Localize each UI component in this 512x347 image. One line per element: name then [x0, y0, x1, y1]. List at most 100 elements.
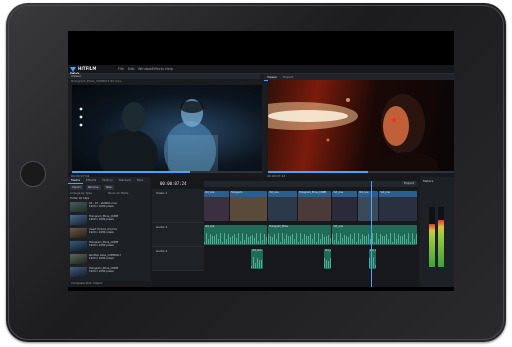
new-button[interactable]: New [104, 185, 114, 190]
waveform-bar [382, 236, 384, 244]
app-logo: HITFILM PRO [70, 66, 104, 77]
menu-file[interactable]: File [118, 66, 124, 72]
waveform-bar [292, 234, 294, 244]
waveform-bar [352, 239, 354, 244]
video-track-lane: Vid_one Hologram Vid_one Hologram_Elina_COM… [204, 191, 418, 221]
audio-track-2-lane: Vid_one Vid_one Vid_one [204, 249, 418, 269]
track-header-video[interactable]: Video 1 [152, 189, 204, 223]
waveform-bar [230, 236, 231, 244]
waveform-bar [312, 238, 314, 244]
waveform-bar [286, 234, 288, 244]
waveform-bar [348, 236, 350, 244]
waveform-bar [288, 236, 290, 244]
menu-edit[interactable]: Edit [128, 66, 135, 72]
home-button[interactable] [20, 161, 46, 187]
waveform-bar [208, 239, 209, 244]
waveform-bar [244, 239, 245, 244]
waveform-bar [384, 236, 386, 244]
menu-help[interactable]: Help [165, 66, 173, 72]
media-thumbnail [70, 215, 87, 225]
waveform-bar [284, 238, 286, 244]
waveform-bar [238, 233, 239, 244]
video-clip[interactable]: Vid_one [358, 191, 379, 221]
screen: HITFILM PRO File Edit Window Effects Hel… [68, 31, 454, 291]
meter-left [429, 223, 435, 267]
timeline-ruler[interactable] [204, 181, 418, 187]
waveform-bar [255, 263, 257, 268]
media-item-name: Insert Picture (2).mov 1920 x 1080 pixels [89, 228, 117, 234]
waveform-bar [300, 233, 302, 244]
media-panel: Media Effects History Markers Text Import Re… [68, 177, 150, 287]
media-item-name: Rooftop Glow_COMP09-7 1920 x 1080 pixels [89, 254, 121, 260]
audio-clip[interactable]: Vid_one [332, 225, 417, 245]
waveform-bar [323, 258, 325, 268]
video-clip[interactable]: Hologram [229, 191, 268, 221]
arrange-by-label[interactable]: Arrange by: Type [70, 192, 92, 195]
track-header-audio-1[interactable]: Audio 1 [152, 223, 204, 247]
media-tabs: Media Effects History Markers Text [68, 177, 150, 184]
tab-markers[interactable]: Markers [116, 177, 134, 183]
waveform-bar [392, 241, 394, 244]
media-item[interactable]: 01 - 07 - ab0001.mov 1920 x 1080 pixels [70, 202, 148, 213]
video-clip[interactable]: Hologram_Elina_COMP [298, 191, 332, 221]
waveform-bar [296, 233, 298, 244]
tab-media[interactable]: Media [68, 177, 84, 184]
menu-window[interactable]: Window [138, 66, 152, 72]
waveform-bar [314, 233, 316, 244]
waveform-bar [408, 233, 410, 244]
video-clip[interactable]: Vid_one [204, 191, 229, 221]
audio-clip[interactable]: Vid_one [323, 249, 332, 269]
waveform-bar [374, 265, 376, 268]
media-item[interactable]: Insert Picture (2).mov 1920 x 1080 pixels [70, 228, 148, 239]
waveform-bar [350, 233, 352, 244]
media-item[interactable]: Hologram_Elina_COMP 1920 x 1080 pixels [70, 241, 148, 252]
waveform-bar [278, 233, 280, 244]
source-frame-image [79, 99, 218, 171]
media-item-meta: 1920 x 1080 pixels [89, 244, 114, 248]
tab-history[interactable]: History [99, 177, 116, 183]
waveform-bar [266, 237, 267, 244]
video-clip[interactable]: Vid_one [332, 191, 358, 221]
media-item[interactable]: Hologram_Elina_COMP 1920 x 1080 pixels [70, 215, 148, 226]
waveform-bar [344, 234, 346, 244]
media-item[interactable]: Rooftop Glow_COMP09-7 1920 x 1080 pixels [70, 254, 148, 265]
dock-project[interactable]: Project [93, 282, 102, 285]
media-item-meta: 1920 x 1080 pixels [89, 205, 114, 209]
waveform-bar [257, 258, 259, 268]
audio-clip[interactable]: Vid_one [251, 249, 263, 269]
media-item[interactable]: Hologram_Elina_COMP 1920 x 1080 pixels [70, 267, 148, 278]
tab-effects[interactable]: Effects [83, 177, 99, 183]
video-clip[interactable]: Vid_one [379, 191, 417, 221]
waveform-bar [414, 239, 416, 244]
media-item-meta: 1920 x 1080 pixels [89, 257, 114, 261]
dock-composite-shot[interactable]: Composite Shot [71, 282, 92, 285]
waveform-bar [342, 238, 344, 244]
menu-effects[interactable]: Effects [152, 66, 164, 72]
audio-clip[interactable]: Vid_one [204, 225, 268, 245]
video-clip[interactable]: Vid_one [268, 191, 298, 221]
waveform-bar [228, 234, 229, 244]
track-name-video-1: Video 1 [156, 191, 168, 195]
tablet-frame: HITFILM PRO File Edit Window Effects Hel… [6, 3, 506, 342]
clip-label: Vid_one [359, 191, 369, 194]
tab-text[interactable]: Text [134, 177, 146, 183]
waveform-bar [346, 235, 348, 244]
timeline-timecode[interactable]: 00:00:07:24 [160, 181, 187, 186]
export-button[interactable]: Export [402, 181, 416, 185]
waveform-bar [256, 233, 257, 244]
audio-clip[interactable]: Hologram_Elina [268, 225, 332, 245]
timeline-panel: 00:00:07:24 Export Video 1 Audio 1 Audio… [152, 177, 418, 287]
media-item-name: Hologram_Elina_COMP 1920 x 1080 pixels [89, 267, 118, 273]
track-header-audio-2[interactable]: Audio 2 [152, 247, 204, 271]
waveform-bar [378, 238, 380, 244]
program-viewer[interactable] [268, 80, 454, 171]
waveform-bar [270, 235, 272, 244]
remove-button[interactable]: Remove [86, 185, 101, 190]
audio-clip[interactable]: Vid_one [368, 249, 377, 269]
import-button[interactable]: Import [70, 185, 83, 190]
playhead[interactable] [370, 181, 372, 287]
waveform-bar [338, 241, 340, 244]
source-viewer[interactable] [72, 85, 262, 171]
show-filter-label[interactable]: Show: All Media [108, 192, 128, 195]
waveform-bar [298, 241, 300, 244]
